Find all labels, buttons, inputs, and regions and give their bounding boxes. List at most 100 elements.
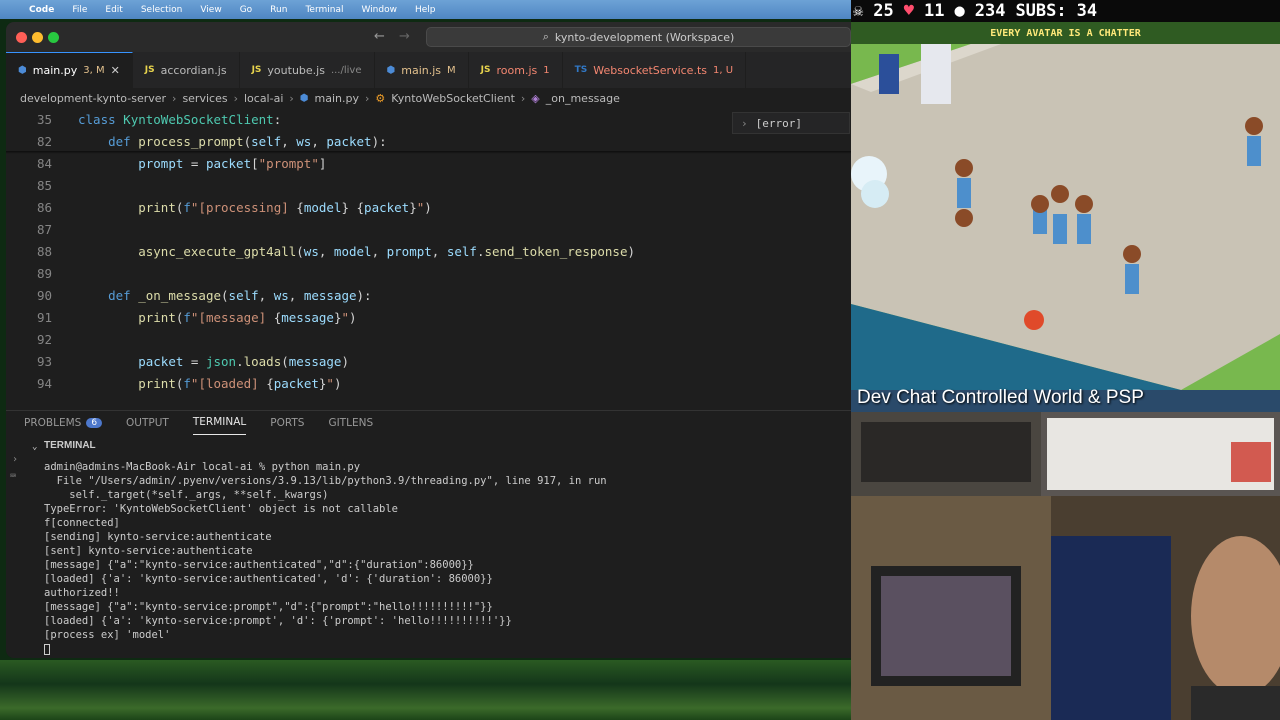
code-line: 82 def process_prompt(self, ws, packet): <box>6 130 851 152</box>
forward-arrow-icon[interactable]: → <box>399 29 410 44</box>
code-line: 89 <box>6 262 851 284</box>
terminal-icon[interactable]: ⌨ <box>10 471 28 482</box>
terminal-sidebar: › ⌨ <box>6 454 28 494</box>
tab-status: M <box>447 64 456 76</box>
breadcrumb-item[interactable]: development-kynto-server <box>20 92 166 105</box>
game-hud: ☠ 25 ♥ 11 ● 234 SUBS: 34 <box>851 0 1280 22</box>
ts-icon: TS <box>574 65 588 75</box>
tab-accordian-js[interactable]: JS accordian.js <box>133 52 240 88</box>
breadcrumb-item[interactable]: _on_message <box>546 92 620 105</box>
line-number: 91 <box>36 309 52 325</box>
line-number: 82 <box>36 133 52 149</box>
chevron-right-icon[interactable]: › <box>12 454 28 465</box>
line-number: 87 <box>36 221 52 237</box>
webcam-image <box>851 496 1280 720</box>
menu-app-name[interactable]: Code <box>20 5 63 15</box>
breadcrumb-item[interactable]: KyntoWebSocketClient <box>391 92 515 105</box>
tab-terminal[interactable]: TERMINAL <box>192 411 247 435</box>
minimize-window-button[interactable] <box>32 32 43 43</box>
code-line: 91 print(f"[message] {message}") <box>6 306 851 328</box>
command-center-search[interactable]: ⌕ kynto-development (Workspace) <box>426 27 851 47</box>
code-editor[interactable]: 35 class KyntoWebSocketClient: 82 def pr… <box>6 108 851 426</box>
js-icon: JS <box>480 65 491 75</box>
title-bar: ← → ⌕ kynto-development (Workspace) <box>6 22 851 52</box>
tab-gitlens[interactable]: GITLENS <box>328 411 373 435</box>
terminal-line: f[connected] <box>44 517 120 529</box>
class-icon: ⚙ <box>375 91 386 105</box>
terminal-line: self._target(*self._args, **self._kwargs… <box>44 489 329 501</box>
js-icon: JS <box>144 65 155 75</box>
zoom-window-button[interactable] <box>48 32 59 43</box>
line-number: 89 <box>36 265 52 281</box>
workspace-name: kynto-development (Workspace) <box>554 30 735 44</box>
code-text: async_execute_gpt4all(ws, model, prompt,… <box>138 243 636 259</box>
code-text: packet = json.loads(message) <box>138 353 349 369</box>
panel-tab-bar: PROBLEMS 6 OUTPUT TERMINAL PORTS GITLENS <box>6 410 851 435</box>
menu-go[interactable]: Go <box>231 5 261 15</box>
menu-view[interactable]: View <box>191 5 230 15</box>
tab-label: OUTPUT <box>126 416 169 429</box>
method-icon: ◈ <box>531 91 540 105</box>
tab-output[interactable]: OUTPUT <box>126 411 169 435</box>
isometric-game-scene <box>851 44 1280 390</box>
hud-stat: 234 <box>974 1 1006 21</box>
tab-label: WebsocketService.ts <box>593 63 707 77</box>
vscode-window: ← → ⌕ kynto-development (Workspace) ⬢ ma… <box>6 22 851 658</box>
terminal-output[interactable]: admin@admins-MacBook-Air local-ai % pyth… <box>44 460 607 656</box>
tab-label: main.py <box>32 64 78 77</box>
terminal-line: [loaded] {'a': 'kynto-service:prompt', '… <box>44 615 512 627</box>
terminal-line: [message] {"a":"kynto-service:prompt","d… <box>44 601 493 613</box>
close-icon[interactable]: ✕ <box>111 64 120 77</box>
line-number: 94 <box>36 375 52 391</box>
close-window-button[interactable] <box>16 32 27 43</box>
tab-label: PROBLEMS <box>24 416 82 429</box>
breadcrumb-item[interactable]: main.py <box>315 92 359 105</box>
code-line: 90 def _on_message(self, ws, message): <box>6 284 851 306</box>
code-line: 35 class KyntoWebSocketClient: <box>6 108 851 130</box>
menubar: Code File Edit Selection View Go Run Ter… <box>0 0 851 19</box>
chevron-down-icon[interactable]: ⌄ <box>32 442 37 452</box>
code-line: 93 packet = json.loads(message) <box>6 350 851 372</box>
terminal-line: [sending] kynto-service:authenticate <box>44 531 272 543</box>
menu-edit[interactable]: Edit <box>96 5 131 15</box>
line-number: 86 <box>36 199 52 215</box>
menu-run[interactable]: Run <box>261 5 296 15</box>
line-number: 90 <box>36 287 52 303</box>
error-widget[interactable]: › [error] <box>732 112 850 134</box>
menu-terminal[interactable]: Terminal <box>296 5 352 15</box>
menu-file[interactable]: File <box>63 5 96 15</box>
subs-label: SUBS: <box>1015 1 1067 21</box>
tab-youtube-js[interactable]: JS youtube.js .../live <box>240 52 375 88</box>
code-line: 84 prompt = packet["prompt"] <box>6 152 851 174</box>
back-arrow-icon[interactable]: ← <box>374 29 385 44</box>
terminal-prompt[interactable] <box>44 642 607 656</box>
chevron-right-icon: › <box>741 116 748 130</box>
code-text: def _on_message(self, ws, message): <box>108 287 372 303</box>
code-line: 92 <box>6 328 851 350</box>
tab-websocketservice-ts[interactable]: TS WebsocketService.ts 1, U <box>563 52 747 88</box>
tab-room-js[interactable]: JS room.js 1 <box>469 52 563 88</box>
code-line: 86 print(f"[processing] {model} {packet}… <box>6 196 851 218</box>
tab-main-js[interactable]: ⬢ main.js M <box>375 52 469 88</box>
terminal-section-header[interactable]: TERMINAL <box>44 440 96 451</box>
menu-help[interactable]: Help <box>406 5 445 15</box>
terminal-line: [sent] kynto-service:authenticate <box>44 545 253 557</box>
skull-icon: ☠ <box>853 1 864 21</box>
menu-selection[interactable]: Selection <box>132 5 191 15</box>
menu-window[interactable]: Window <box>352 5 406 15</box>
tab-problems[interactable]: PROBLEMS 6 <box>24 411 103 435</box>
desktop-wallpaper <box>0 660 851 720</box>
chat-bubble-icon: ● <box>954 1 965 21</box>
terminal-line: [process ex] 'model' <box>44 629 171 641</box>
webcam-feed <box>851 496 1280 720</box>
terminal-cursor <box>44 643 50 655</box>
subs-count: 34 <box>1076 1 1098 21</box>
code-text: class KyntoWebSocketClient: <box>78 111 282 127</box>
heart-icon: ♥ <box>903 1 914 21</box>
terminal-panel[interactable]: › ⌨ ⌄ TERMINAL admin@admins-MacBook-Air … <box>6 436 851 658</box>
breadcrumb-item[interactable]: local-ai <box>244 92 283 105</box>
tab-main-py[interactable]: ⬢ main.py 3, M ✕ <box>6 52 133 88</box>
code-text: print(f"[processing] {model} {packet}") <box>138 199 432 215</box>
breadcrumb-item[interactable]: services <box>182 92 227 105</box>
tab-ports[interactable]: PORTS <box>270 411 304 435</box>
